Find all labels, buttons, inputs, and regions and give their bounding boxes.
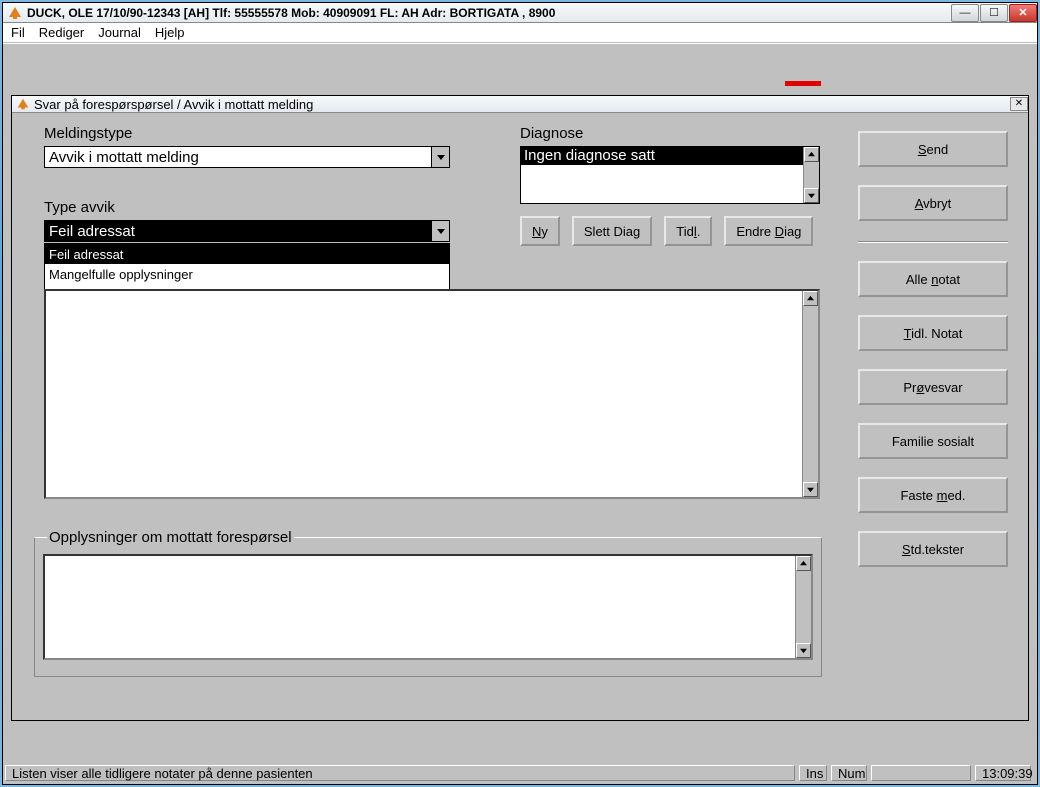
toolbar (3, 43, 1037, 79)
status-time: 13:09:39 (975, 765, 1031, 781)
opplysninger-group: Opplysninger om mottatt forespørsel (34, 529, 822, 677)
diagnose-label: Diagnose (520, 125, 820, 142)
status-text: Listen viser alle tidligere notater på d… (5, 765, 795, 781)
tidl-notat-button[interactable]: Tidl. Notat (858, 315, 1008, 351)
statusbar: Listen viser alle tidligere notater på d… (5, 764, 1035, 782)
main-textarea[interactable] (44, 289, 820, 499)
dialog-title: Svar på forespørspørsel / Avvik i mottat… (34, 97, 313, 112)
status-ins: Ins (799, 765, 827, 781)
meldingstype-value: Avvik i mottatt melding (45, 149, 199, 166)
scroll-up-icon[interactable] (803, 291, 818, 306)
menu-hjelp[interactable]: Hjelp (155, 25, 185, 40)
dialog-content: Meldingstype Avvik i mottatt melding Typ… (12, 113, 1028, 720)
opplysninger-textarea[interactable] (43, 554, 813, 660)
avbryt-button[interactable]: Avbryt (858, 185, 1008, 221)
tidl-button[interactable]: Tidl. (664, 216, 712, 246)
typeavvik-select[interactable]: Feil adressat (44, 220, 450, 242)
window-controls: — ☐ ✕ (950, 4, 1037, 22)
std-tekster-button[interactable]: Std.tekster (858, 531, 1008, 567)
typeavvik-label: Type avvik (44, 199, 450, 216)
diagnose-list[interactable]: Ingen diagnose satt (520, 146, 820, 204)
status-blank (871, 765, 971, 781)
menu-journal[interactable]: Journal (98, 25, 141, 40)
separator (858, 241, 1008, 243)
red-accent (785, 81, 821, 86)
dropdown-arrow-icon (431, 221, 449, 241)
diagnose-entry[interactable]: Ingen diagnose satt (521, 147, 819, 165)
scroll-up-icon[interactable] (804, 147, 819, 162)
familie-sosialt-button[interactable]: Familie sosialt (858, 423, 1008, 459)
ny-button[interactable]: Ny (520, 216, 560, 246)
meldingstype-select[interactable]: Avvik i mottatt melding (44, 146, 450, 168)
maximize-button[interactable]: ☐ (980, 4, 1008, 22)
status-num: Num (831, 765, 867, 781)
typeavvik-value: Feil adressat (45, 221, 431, 241)
close-button[interactable]: ✕ (1009, 4, 1037, 22)
right-button-column: Send Avbryt Alle notat Tidl. Notat Prøve… (858, 131, 1008, 585)
main-window: DUCK, OLE 17/10/90-12343 [AH] Tlf: 55555… (2, 2, 1038, 785)
faste-med-button[interactable]: Faste med. (858, 477, 1008, 513)
alle-notat-button[interactable]: Alle notat (858, 261, 1008, 297)
dropdown-arrow-icon (431, 147, 449, 167)
window-title: DUCK, OLE 17/10/90-12343 [AH] Tlf: 55555… (27, 6, 555, 20)
minimize-button[interactable]: — (951, 4, 979, 22)
opplysninger-label: Opplysninger om mottatt forespørsel (47, 529, 294, 546)
dialog-close-button[interactable]: ✕ (1010, 97, 1028, 111)
dialog-titlebar[interactable]: Svar på forespørspørsel / Avvik i mottat… (12, 96, 1028, 113)
slett-diag-button[interactable]: Slett Diag (572, 216, 652, 246)
meldingstype-label: Meldingstype (44, 125, 450, 142)
send-button[interactable]: Send (858, 131, 1008, 167)
dialog-window: Svar på forespørspørsel / Avvik i mottat… (11, 95, 1029, 721)
endre-diag-button[interactable]: Endre Diag (724, 216, 813, 246)
app-icon (7, 5, 23, 21)
menubar: Fil Rediger Journal Hjelp (3, 23, 1037, 43)
main-titlebar[interactable]: DUCK, OLE 17/10/90-12343 [AH] Tlf: 55555… (3, 3, 1037, 23)
typeavvik-option[interactable]: Mangelfulle opplysninger (45, 264, 449, 284)
dialog-icon (16, 97, 30, 111)
scroll-up-icon[interactable] (796, 556, 811, 571)
scroll-down-icon[interactable] (803, 482, 818, 497)
textarea-scrollbar[interactable] (802, 291, 818, 497)
scroll-down-icon[interactable] (804, 188, 819, 203)
opplysninger-scrollbar[interactable] (795, 556, 811, 658)
menu-rediger[interactable]: Rediger (39, 25, 85, 40)
diagnose-scrollbar[interactable] (803, 147, 819, 203)
menu-fil[interactable]: Fil (11, 25, 25, 40)
scroll-down-icon[interactable] (796, 643, 811, 658)
provesvar-button[interactable]: Prøvesvar (858, 369, 1008, 405)
typeavvik-option[interactable]: Feil adressat (45, 244, 449, 264)
